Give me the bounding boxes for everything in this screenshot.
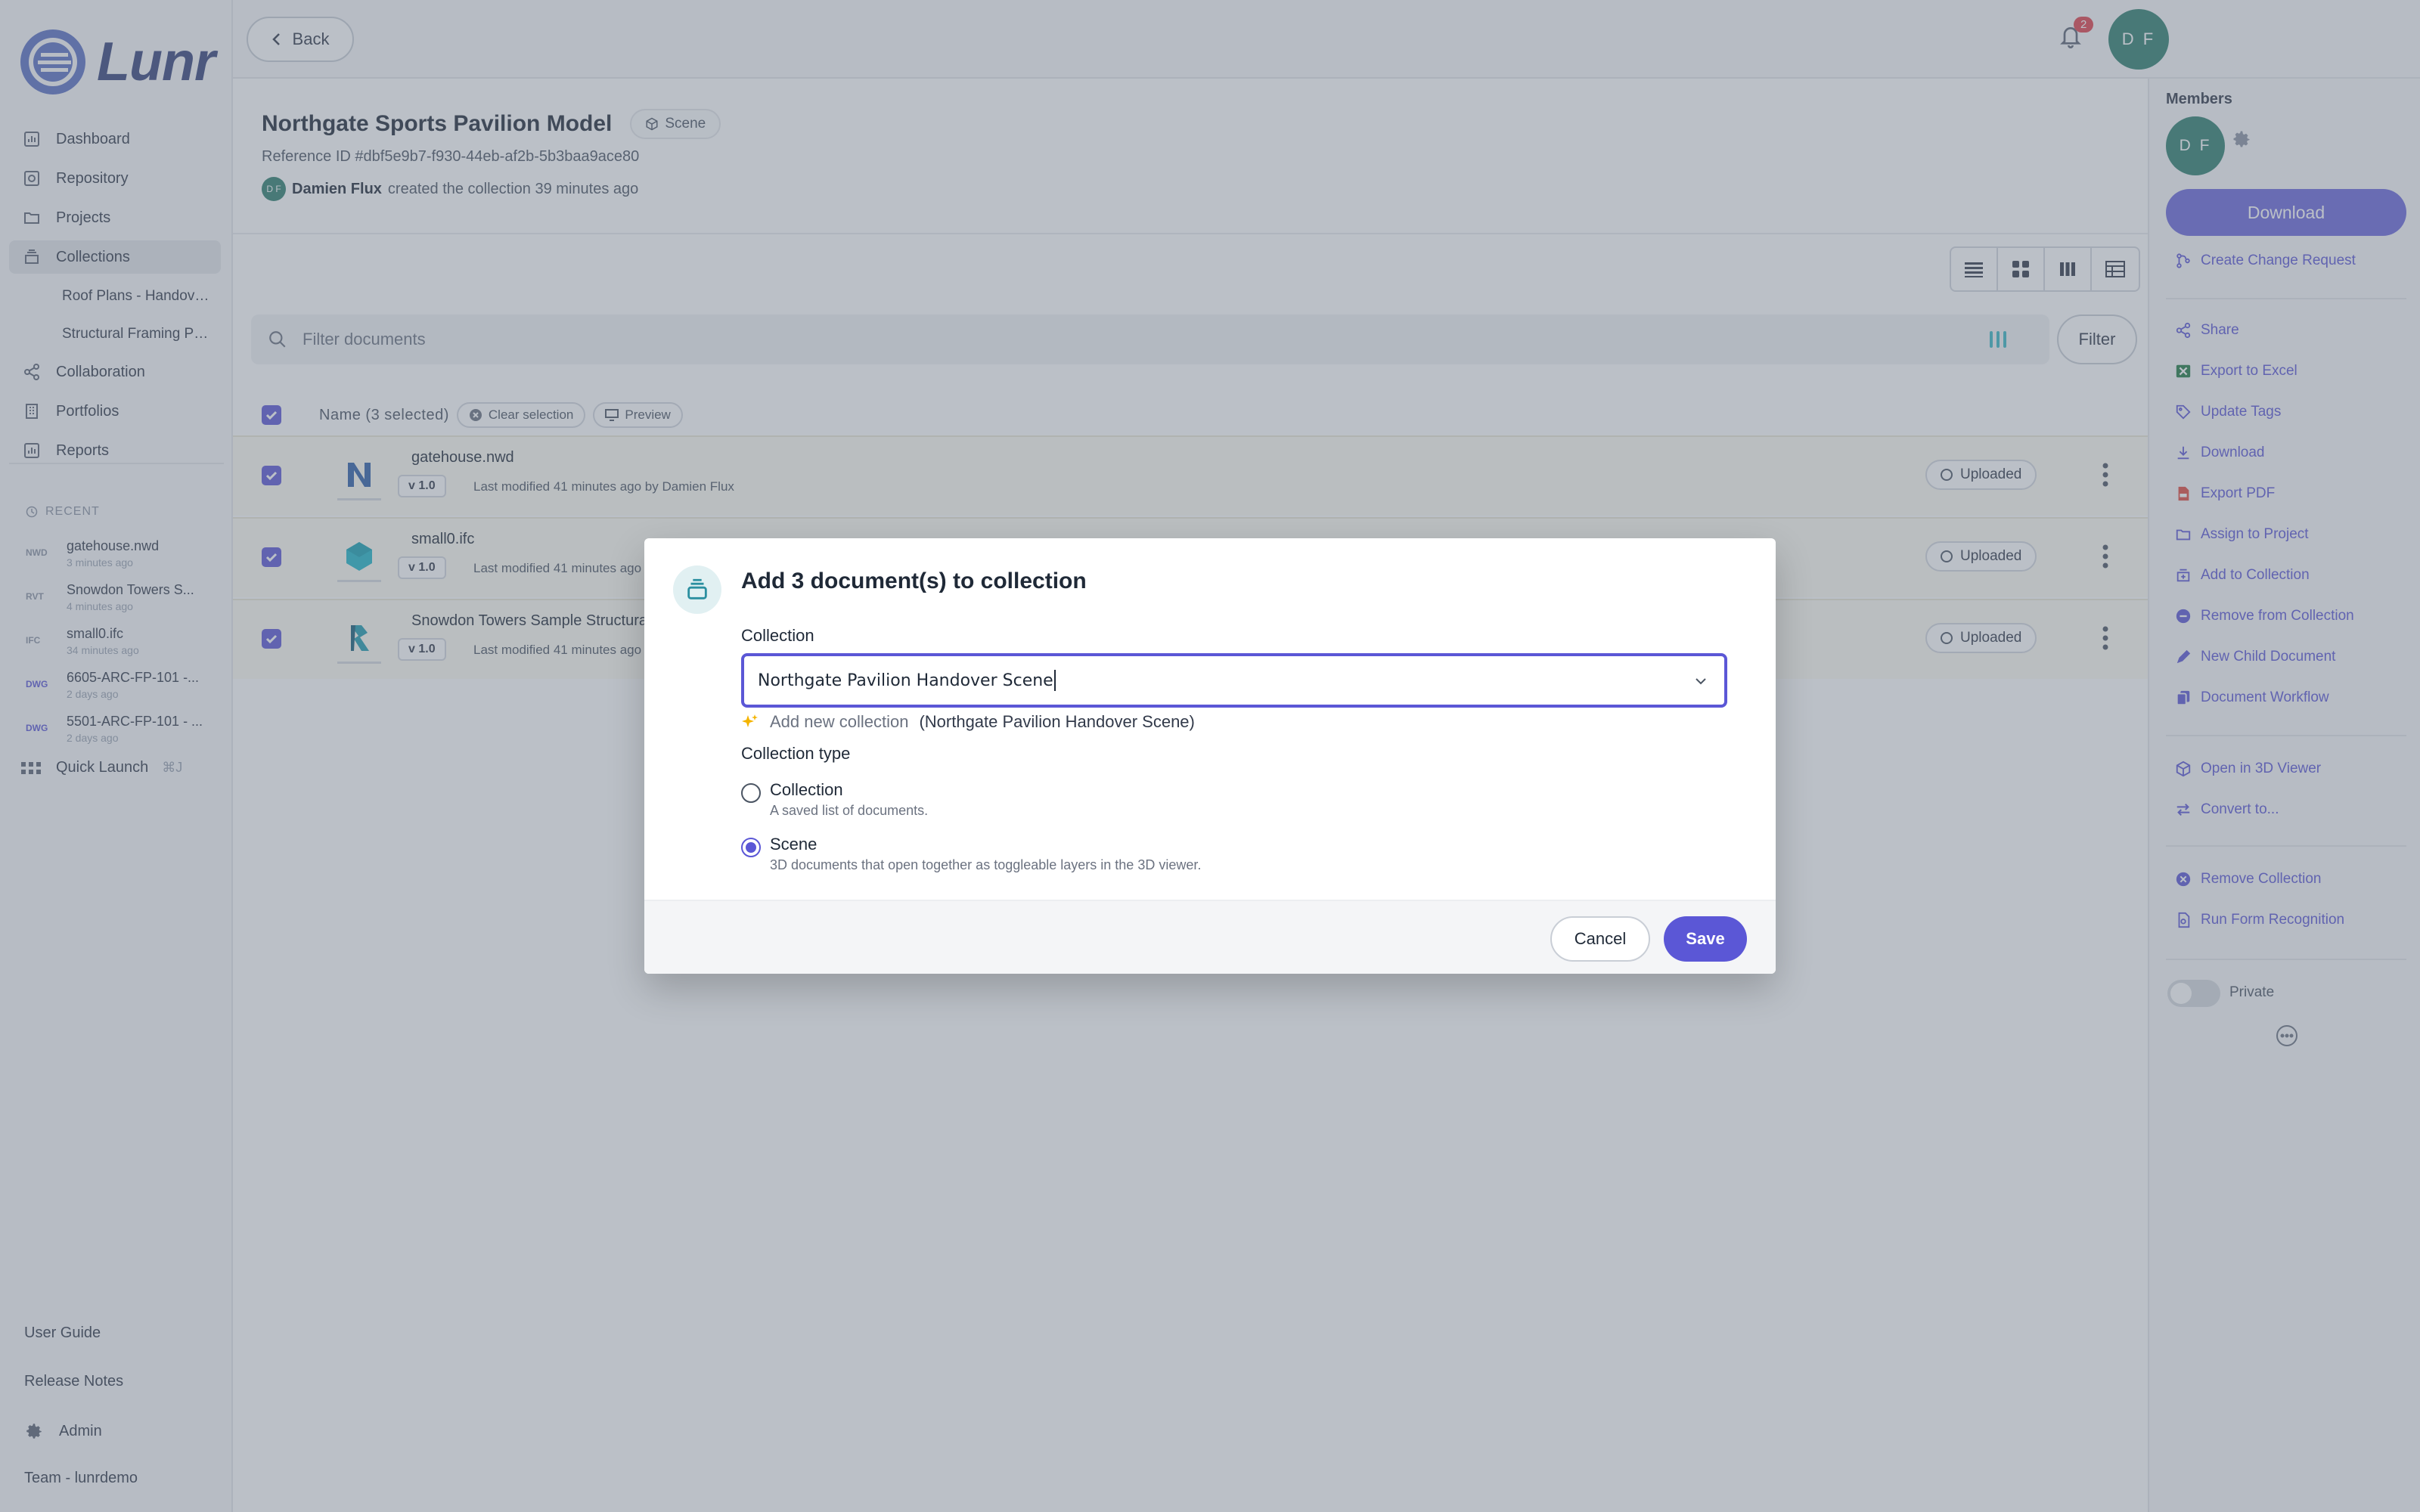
collection-input-value: Northgate Pavilion Handover Scene: [758, 671, 1053, 690]
text-caret: [1053, 670, 1056, 691]
dialog-footer: Cancel Save: [644, 900, 1776, 974]
radio-title[interactable]: Collection: [770, 780, 843, 800]
add-new-collection-option[interactable]: Add new collection (Northgate Pavilion H…: [741, 712, 1195, 732]
radio-description: A saved list of documents.: [770, 803, 929, 818]
dialog-title: Add 3 document(s) to collection: [741, 569, 1087, 593]
collection-field-label: Collection: [741, 626, 814, 645]
collection-type-radio-collection[interactable]: [741, 783, 761, 803]
collection-type-label: Collection type: [741, 744, 851, 763]
radio-title[interactable]: Scene: [770, 835, 817, 854]
cancel-button[interactable]: Cancel: [1550, 916, 1650, 962]
collection-combobox[interactable]: Northgate Pavilion Handover Scene: [741, 653, 1727, 708]
radio-description: 3D documents that open together as toggl…: [770, 857, 1202, 872]
chevron-down-icon[interactable]: [1692, 673, 1709, 689]
sparkles-icon: [742, 714, 758, 727]
save-button[interactable]: Save: [1664, 916, 1747, 962]
collection-type-radio-scene[interactable]: [741, 838, 761, 857]
add-to-collection-dialog: Add 3 document(s) to collection Collecti…: [644, 538, 1776, 974]
collection-icon: [673, 565, 721, 614]
